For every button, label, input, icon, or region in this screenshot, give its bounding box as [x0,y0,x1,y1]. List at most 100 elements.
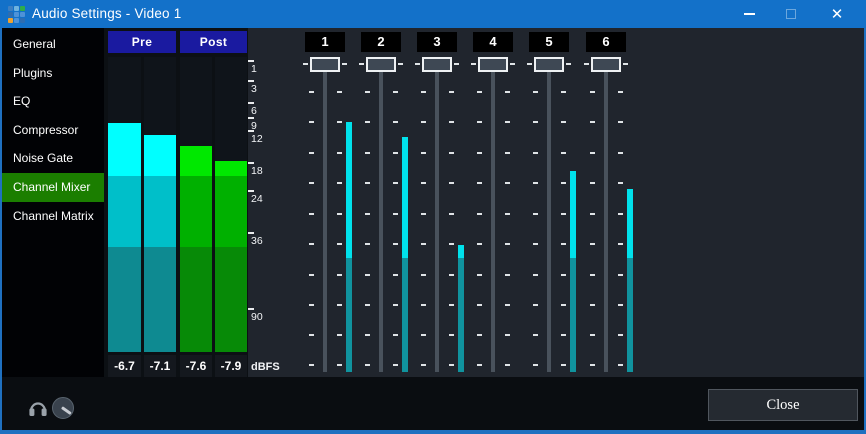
fader-scale-tick [477,152,482,154]
sidebar-item-plugins[interactable]: Plugins [2,59,104,88]
fader-scale-tick [393,213,398,215]
fader-scale-tick [421,121,426,123]
fader-scale-tick [449,182,454,184]
fader-scale-tick [393,243,398,245]
fader-scale-tick [449,91,454,93]
fader-handle-tick [623,63,628,65]
meter-fill [215,247,247,352]
fader-scale-tick [618,274,623,276]
fader-scale-tick [309,304,314,306]
fader-scale-tick [533,152,538,154]
sidebar-item-channel-mixer[interactable]: Channel Mixer [2,173,104,202]
fader-scale-tick [618,121,623,123]
meter-group-label-post: Post [180,31,247,53]
meter-fill [215,161,247,176]
sidebar-item-eq[interactable]: EQ [2,87,104,116]
minimize-button[interactable] [732,0,766,28]
maximize-icon [786,9,796,19]
fader-track-4[interactable] [491,60,495,372]
window-border [0,430,866,434]
scale-tick [248,190,254,192]
monitor-volume-knob[interactable] [52,397,74,419]
fader-scale-tick [477,334,482,336]
maximize-button[interactable] [774,0,808,28]
fader-handle-tick [303,63,308,65]
unit-label-dbfs: dBFS [251,361,280,373]
fader-track-2[interactable] [379,60,383,372]
fader-handle-1[interactable] [310,57,340,72]
fader-scale-tick [618,334,623,336]
fader-scale-tick [365,243,370,245]
fader-handle-3[interactable] [422,57,452,72]
fader-scale-tick [393,304,398,306]
sidebar-item-general[interactable]: General [2,30,104,59]
fader-scale-tick [505,243,510,245]
pre-meter-value-2: -7.1 [144,355,176,377]
post-meter-value-1: -7.6 [180,355,212,377]
fader-scale-tick [365,121,370,123]
channel-meter-1 [346,122,352,258]
fader-scale-tick [337,334,342,336]
app-icon-square [14,12,19,17]
scale-tick [248,232,254,234]
fader-scale-tick [309,213,314,215]
fader-scale-tick [337,304,342,306]
fader-handle-2[interactable] [366,57,396,72]
fader-track-1[interactable] [323,60,327,372]
scale-tick [248,117,254,119]
fader-scale-tick [309,121,314,123]
fader-handle-4[interactable] [478,57,508,72]
fader-scale-tick [365,213,370,215]
fader-scale-tick [393,152,398,154]
window-close-button[interactable]: ✕ [820,0,854,28]
fader-scale-tick [449,152,454,154]
channel-header-1: 1 [305,32,345,52]
fader-scale-tick [421,91,426,93]
fader-scale-tick [590,243,595,245]
fader-scale-tick [365,182,370,184]
fader-scale-tick [449,274,454,276]
sidebar-item-compressor[interactable]: Compressor [2,116,104,145]
fader-scale-tick [393,182,398,184]
fader-scale-tick [365,304,370,306]
channel-column-2: 2 [353,28,409,377]
minimize-icon [744,13,755,15]
fader-scale-tick [505,182,510,184]
fader-handle-6[interactable] [591,57,621,72]
fader-scale-tick [618,182,623,184]
fader-scale-tick [477,91,482,93]
fader-scale-tick [393,121,398,123]
fader-handle-5[interactable] [534,57,564,72]
fader-scale-tick [393,334,398,336]
fader-scale-tick [337,91,342,93]
window-titlebar: Audio Settings - Video 1 ✕ [0,0,866,28]
meter-fill [180,247,212,352]
post-meter-value-2: -7.9 [215,355,247,377]
fader-scale-tick [337,213,342,215]
app-icon-square [14,18,19,23]
fader-scale-tick [561,274,566,276]
fader-scale-tick [505,152,510,154]
sidebar-item-noise-gate[interactable]: Noise Gate [2,144,104,173]
channel-header-4: 4 [473,32,513,52]
fader-scale-tick [421,182,426,184]
scale-label-1: 1 [251,63,257,75]
close-dialog-button[interactable]: Close [708,389,858,421]
headphones-icon[interactable] [28,399,48,417]
fader-handle-tick [471,63,476,65]
fader-scale-tick [477,243,482,245]
fader-scale-tick [505,364,510,366]
fader-handle-tick [527,63,532,65]
fader-track-3[interactable] [435,60,439,372]
fader-track-6[interactable] [604,60,608,372]
sidebar-item-channel-matrix[interactable]: Channel Matrix [2,202,104,231]
channel-column-5: 5 [521,28,577,377]
fader-scale-tick [421,152,426,154]
meter-group-label-pre: Pre [108,31,176,53]
fader-scale-tick [533,243,538,245]
channel-header-5: 5 [529,32,569,52]
fader-scale-tick [561,121,566,123]
fader-track-5[interactable] [547,60,551,372]
fader-scale-tick [533,304,538,306]
channel-meter-2 [402,258,408,372]
